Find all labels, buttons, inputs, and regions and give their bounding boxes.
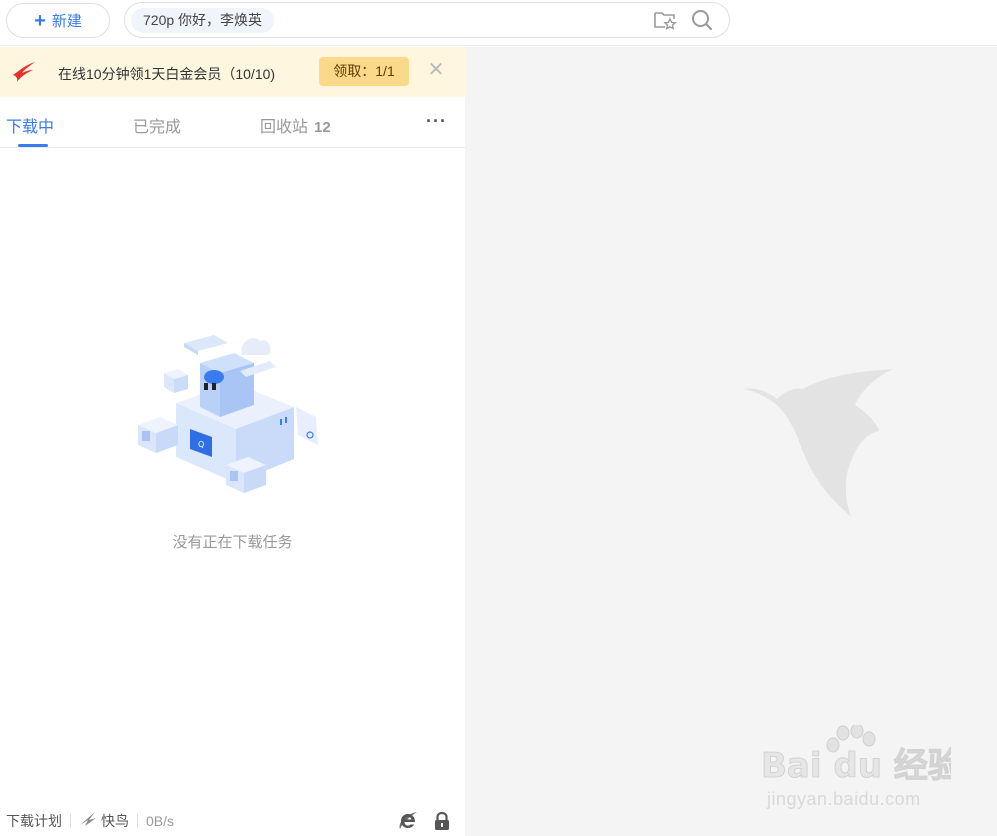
download-speed: 0B/s (146, 812, 175, 829)
status-bar: 下载计划 快鸟 0B/s (0, 805, 465, 836)
svg-text:Q: Q (198, 440, 204, 449)
download-plan-link[interactable]: 下载计划 (6, 811, 62, 831)
kuainiao-icon (79, 811, 101, 830)
watermark-url: jingyan.baidu.com (767, 789, 921, 809)
new-task-label: 新建 (51, 13, 82, 30)
banner-text: 在线10分钟领1天白金会员（10/10) (58, 66, 276, 82)
empty-state-message: 没有正在下载任务 (172, 534, 293, 551)
separator (70, 813, 71, 828)
ie-browser-icon[interactable] (397, 810, 419, 835)
tab-recycle-bin[interactable]: 回收站 12 (260, 113, 331, 137)
top-bar: + 新建 720p 你好，李焕英 (0, 0, 997, 46)
kuainiao-accelerator-button[interactable]: 快鸟 (79, 811, 129, 831)
watermark-brand: Bai du 经验 (761, 746, 951, 786)
plus-icon: + (34, 9, 46, 32)
thunder-bird-icon (11, 61, 37, 88)
search-suggestion-tag[interactable]: 720p 你好，李焕英 (131, 8, 275, 33)
claim-button[interactable]: 领取：1/1 (319, 57, 409, 86)
separator (137, 813, 138, 828)
kuainiao-label: 快鸟 (101, 812, 129, 829)
recycle-count-badge: 12 (314, 119, 331, 136)
more-options-icon[interactable]: ··· (426, 111, 447, 132)
tab-completed[interactable]: 已完成 (133, 113, 181, 137)
vip-promo-banner[interactable]: 在线10分钟领1天白金会员（10/10) 领取：1/1 ✕ (0, 47, 465, 97)
lock-icon[interactable] (433, 811, 451, 834)
new-task-button[interactable]: + 新建 (6, 3, 110, 38)
empty-box-illustration: Q (130, 325, 330, 510)
baidu-jingyan-watermark: Bai du 经验 (761, 723, 962, 794)
tab-recycle-label: 回收站 (260, 119, 309, 136)
search-input[interactable]: 720p 你好，李焕英 (124, 2, 730, 38)
download-tabs: 下载中 已完成 回收站 12 ··· (0, 97, 465, 148)
close-icon[interactable]: ✕ (426, 60, 446, 80)
tab-downloading[interactable]: 下载中 (6, 113, 54, 137)
active-tab-indicator (18, 144, 48, 147)
detail-panel: Bai du 经验 jingyan.baidu.com (465, 47, 997, 836)
download-list-panel: 在线10分钟领1天白金会员（10/10) 领取：1/1 ✕ 下载中 已完成 回收… (0, 47, 465, 836)
search-icon[interactable] (691, 9, 713, 36)
thunder-bird-logo-icon (743, 369, 903, 524)
folder-star-icon[interactable] (653, 10, 677, 35)
